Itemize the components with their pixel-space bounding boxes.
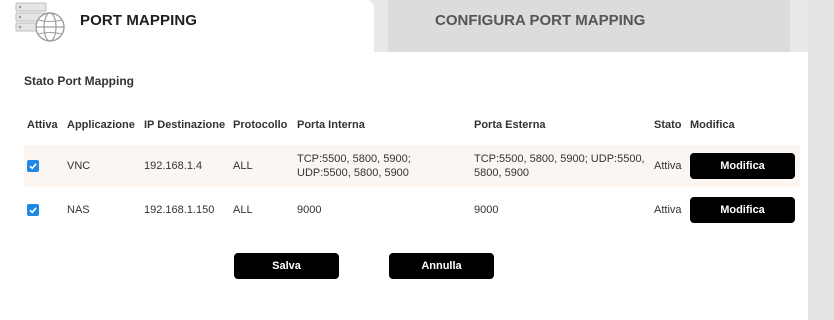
row-application: VNC <box>67 160 91 172</box>
row-active-checkbox[interactable] <box>27 160 39 172</box>
table-row <box>24 145 800 187</box>
save-button[interactable]: Salva <box>234 253 339 279</box>
header-porta-interna: Porta Interna <box>297 119 365 131</box>
section-title: Stato Port Mapping <box>24 74 134 88</box>
row-application: NAS <box>67 204 90 216</box>
header-modifica: Modifica <box>690 119 735 131</box>
edit-button[interactable]: Modifica <box>690 153 795 179</box>
tab-configura-port-mapping[interactable]: CONFIGURA PORT MAPPING <box>388 0 790 53</box>
tab-port-mapping-label: PORT MAPPING <box>80 12 198 29</box>
server-globe-icon <box>14 1 72 43</box>
header-ip-destinazione: IP Destinazione <box>144 119 226 131</box>
row-internal-port: 9000 <box>297 204 322 216</box>
tab-configura-label: CONFIGURA PORT MAPPING <box>435 12 646 29</box>
row-active-checkbox[interactable] <box>27 204 39 216</box>
row-external-port-line2: 5800, 5900 <box>474 167 530 179</box>
row-ip: 192.168.1.4 <box>144 160 203 172</box>
table-row <box>24 190 800 228</box>
row-external-port: TCP:5500, 5800, 5900; UDP:5500, 5800, 59… <box>474 152 645 180</box>
row-external-port-line1: TCP:5500, 5800, 5900; UDP:5500, <box>474 153 645 165</box>
header-stato: Stato <box>654 119 682 131</box>
header-porta-esterna: Porta Esterna <box>474 119 546 131</box>
row-external-port: 9000 <box>474 204 499 216</box>
row-ip: 192.168.1.150 <box>144 204 215 216</box>
header-attiva: Attiva <box>27 119 58 131</box>
right-gutter <box>808 0 834 320</box>
header-protocollo: Protocollo <box>233 119 288 131</box>
edit-button[interactable]: Modifica <box>690 197 795 223</box>
row-status: Attiva <box>654 204 682 216</box>
header-applicazione: Applicazione <box>67 119 135 131</box>
row-protocol: ALL <box>233 204 253 216</box>
row-internal-port-line1: TCP:5500, 5800, 5900; <box>297 153 411 165</box>
row-protocol: ALL <box>233 160 253 172</box>
row-status: Attiva <box>654 160 682 172</box>
tab-port-mapping[interactable]: PORT MAPPING <box>0 0 374 56</box>
cancel-button[interactable]: Annulla <box>389 253 494 279</box>
row-internal-port: TCP:5500, 5800, 5900; UDP:5500, 5800, 59… <box>297 152 411 180</box>
row-internal-port-line2: UDP:5500, 5800, 5900 <box>297 167 409 179</box>
